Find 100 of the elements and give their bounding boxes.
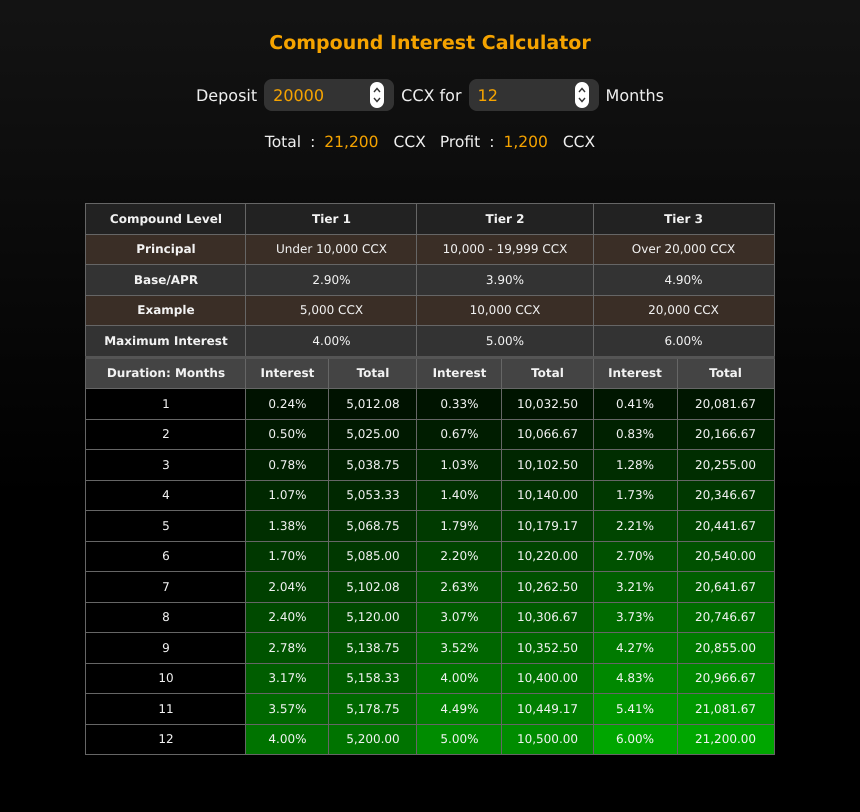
table-cell: 4.83% bbox=[593, 663, 677, 694]
column-header: Total bbox=[502, 357, 593, 388]
month-cell: 12 bbox=[86, 724, 246, 754]
table-cell: 3.90% bbox=[416, 264, 593, 295]
column-header: Interest bbox=[246, 357, 329, 388]
row-header: Base/APR bbox=[86, 264, 246, 295]
table-cell: 20,441.67 bbox=[677, 510, 774, 541]
table-cell: 20,966.67 bbox=[677, 663, 774, 694]
table-cell: 5,085.00 bbox=[328, 541, 417, 572]
table-cell: 1.40% bbox=[416, 480, 502, 510]
table-cell: 10,352.50 bbox=[502, 632, 593, 663]
column-header: Interest bbox=[416, 357, 502, 388]
column-header: Total bbox=[677, 357, 774, 388]
unit-label: CCX bbox=[394, 133, 426, 151]
table-cell: 5,068.75 bbox=[328, 510, 417, 541]
table-cell: 5,053.33 bbox=[328, 480, 417, 510]
column-header: Total bbox=[328, 357, 417, 388]
table-cell: 6.00% bbox=[593, 724, 677, 754]
separator-colon: : bbox=[489, 133, 494, 151]
table-cell: 2.40% bbox=[246, 602, 329, 632]
table-cell: 1.73% bbox=[593, 480, 677, 510]
table-cell: 0.24% bbox=[246, 388, 329, 419]
table-cell: 10,179.17 bbox=[502, 510, 593, 541]
unit-label: CCX bbox=[562, 133, 596, 151]
calculator-title: Compound Interest Calculator bbox=[269, 32, 591, 54]
table-cell: 2.21% bbox=[593, 510, 677, 541]
table-cell: 3.73% bbox=[593, 602, 677, 632]
table-cell: 4.00% bbox=[246, 724, 329, 754]
table-cell: 4.49% bbox=[416, 694, 502, 724]
summary-value: 21,200 bbox=[324, 133, 379, 151]
table-cell: 5,038.75 bbox=[328, 450, 417, 480]
table-cell: 3.17% bbox=[246, 663, 329, 694]
table-cell: 10,032.50 bbox=[502, 388, 593, 419]
months-field[interactable]: 12 bbox=[468, 79, 599, 111]
table-cell: 5,012.08 bbox=[328, 388, 417, 419]
table-cell: 10,066.67 bbox=[502, 419, 593, 450]
table-cell: 20,346.67 bbox=[677, 480, 774, 510]
summary-label: Profit bbox=[440, 133, 480, 151]
table-cell: 5,102.08 bbox=[328, 572, 417, 602]
month-cell: 2 bbox=[86, 419, 246, 450]
month-cell: 4 bbox=[86, 480, 246, 510]
table-cell: 2.78% bbox=[246, 632, 329, 663]
table-cell: 20,255.00 bbox=[677, 450, 774, 480]
month-cell: 11 bbox=[86, 694, 246, 724]
month-cell: 1 bbox=[86, 388, 246, 419]
month-cell: 3 bbox=[86, 450, 246, 480]
table-cell: 3.57% bbox=[246, 694, 329, 724]
table-cell: 5,178.75 bbox=[328, 694, 417, 724]
table-cell: 10,400.00 bbox=[502, 663, 593, 694]
table-cell: 21,200.00 bbox=[677, 724, 774, 754]
month-cell: 10 bbox=[86, 663, 246, 694]
table-cell: 5,025.00 bbox=[328, 419, 417, 450]
table-cell: 3.21% bbox=[593, 572, 677, 602]
table-cell: 10,220.00 bbox=[502, 541, 593, 572]
table-cell: 1.79% bbox=[416, 510, 502, 541]
level-header: Compound Level bbox=[86, 204, 246, 234]
tier-header: Tier 1 bbox=[246, 204, 417, 234]
table-cell: 5,158.33 bbox=[328, 663, 417, 694]
table-cell: 1.07% bbox=[246, 480, 329, 510]
table-cell: 4.90% bbox=[593, 264, 774, 295]
table-cell: 10,262.50 bbox=[502, 572, 593, 602]
deposit-field[interactable]: 20000 bbox=[264, 79, 394, 111]
tier-header: Tier 3 bbox=[593, 204, 774, 234]
table-cell: 5,138.75 bbox=[328, 632, 417, 663]
table-cell: 0.41% bbox=[593, 388, 677, 419]
months-label: Months bbox=[606, 86, 664, 104]
table-cell: 20,166.67 bbox=[677, 419, 774, 450]
table-cell: 5.41% bbox=[593, 694, 677, 724]
table-cell: 1.70% bbox=[246, 541, 329, 572]
table-cell: 0.50% bbox=[246, 419, 329, 450]
column-header: Duration: Months bbox=[86, 357, 246, 388]
deposit-label: Deposit bbox=[196, 86, 258, 104]
table-cell: 20,641.67 bbox=[677, 572, 774, 602]
month-cell: 6 bbox=[86, 541, 246, 572]
month-cell: 9 bbox=[86, 632, 246, 663]
table-cell: 0.83% bbox=[593, 419, 677, 450]
table-cell: 3.52% bbox=[416, 632, 502, 663]
table-cell: 10,306.67 bbox=[502, 602, 593, 632]
table-cell: 0.78% bbox=[246, 450, 329, 480]
table-cell: 2.20% bbox=[416, 541, 502, 572]
table-cell: 4.00% bbox=[416, 663, 502, 694]
month-cell: 8 bbox=[86, 602, 246, 632]
table-cell: 20,540.00 bbox=[677, 541, 774, 572]
table-cell: 10,140.00 bbox=[502, 480, 593, 510]
summary-value: 1,200 bbox=[503, 133, 548, 151]
column-header: Interest bbox=[593, 357, 677, 388]
table-cell: 21,081.67 bbox=[677, 694, 774, 724]
table-cell: 5,200.00 bbox=[328, 724, 417, 754]
table-cell: 20,081.67 bbox=[677, 388, 774, 419]
table-cell: 20,855.00 bbox=[677, 632, 774, 663]
table-cell: 1.28% bbox=[593, 450, 677, 480]
separator-colon: : bbox=[310, 133, 316, 151]
table-cell: 10,500.00 bbox=[502, 724, 593, 754]
tier-header: Tier 2 bbox=[416, 204, 593, 234]
table-cell: 1.03% bbox=[416, 450, 502, 480]
table-cell: 2.63% bbox=[416, 572, 502, 602]
summary-label: Total bbox=[264, 133, 302, 151]
table-cell: 10,102.50 bbox=[502, 450, 593, 480]
table-cell: 20,746.67 bbox=[677, 602, 774, 632]
table-cell: 3.07% bbox=[416, 602, 502, 632]
